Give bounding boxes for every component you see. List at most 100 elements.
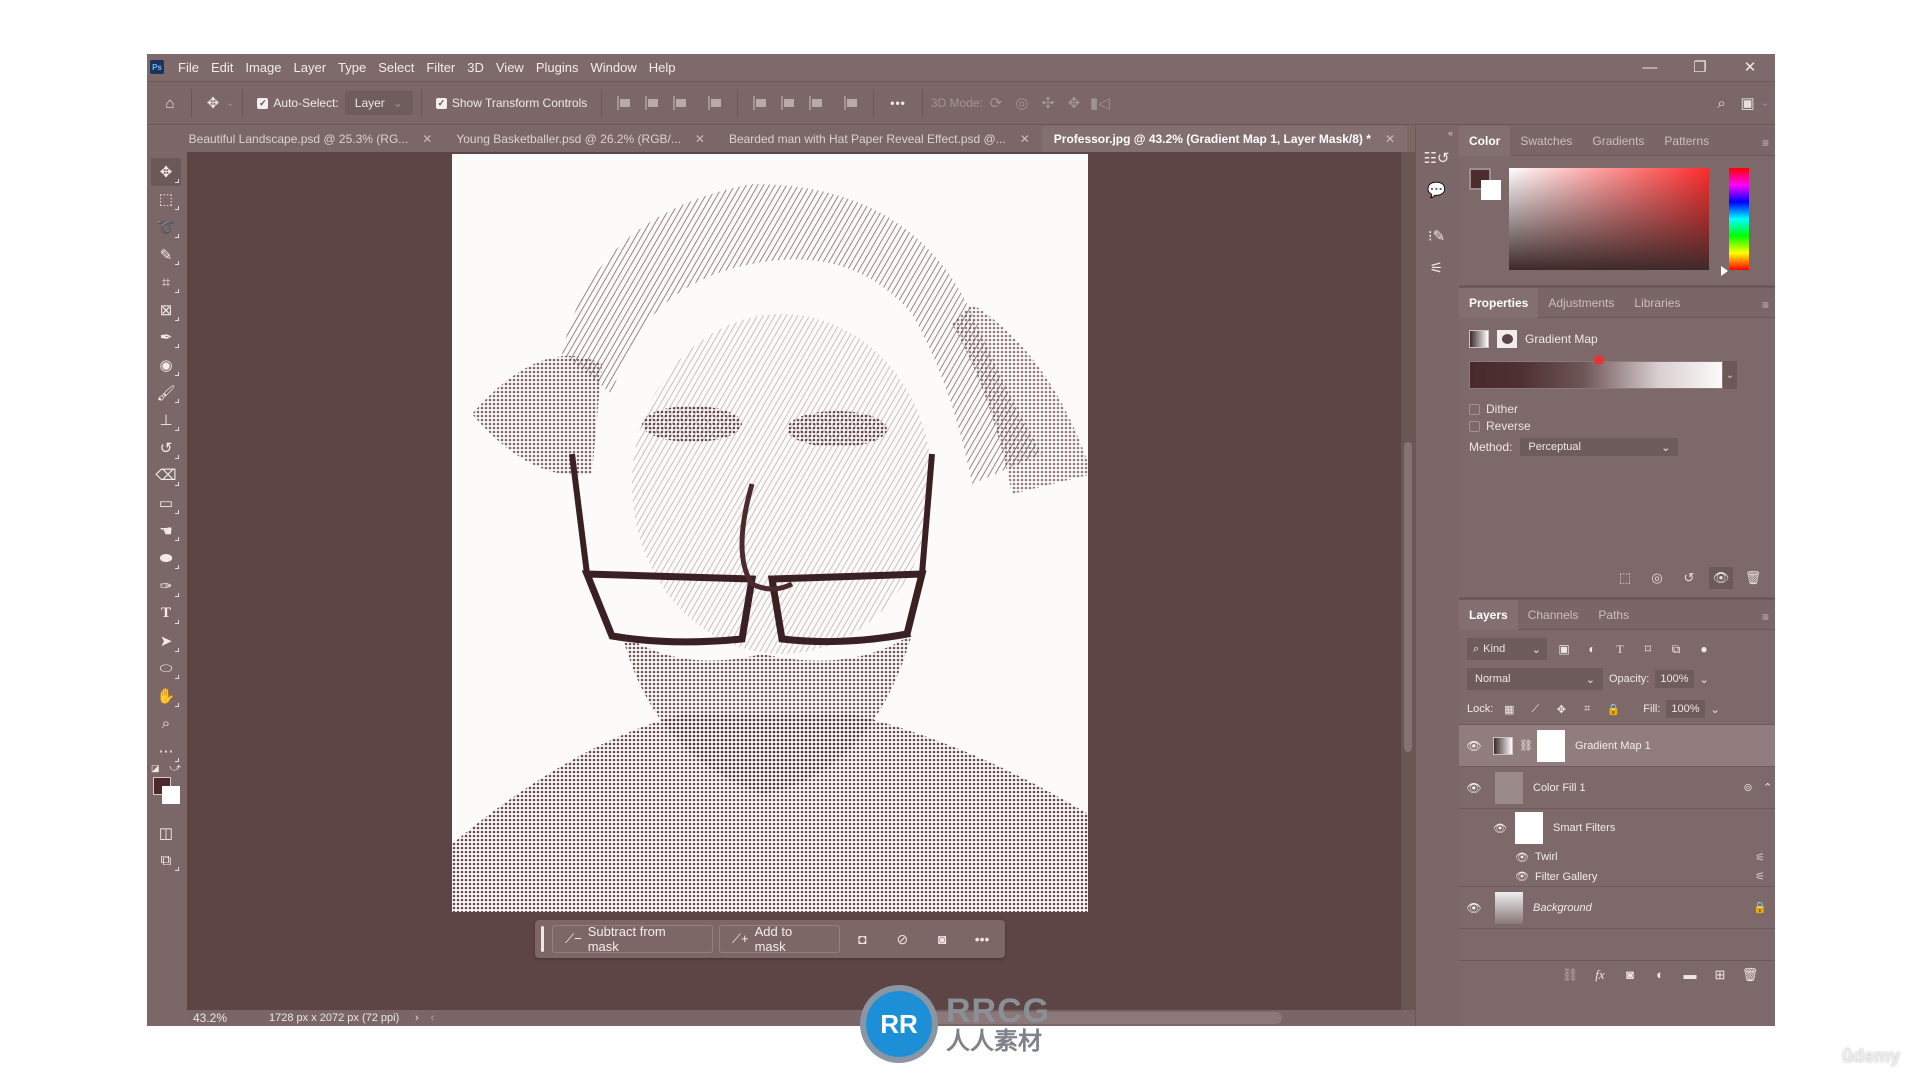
move-tool-icon[interactable]: ✥: [151, 158, 181, 186]
tab-beautiful-landscape[interactable]: Beautiful Landscape.psd @ 25.3% (RG... ✕: [177, 126, 445, 152]
tab-layers[interactable]: Layers: [1459, 599, 1518, 630]
shape-layer-filter-icon[interactable]: ⌑: [1637, 642, 1659, 656]
new-group-icon[interactable]: ▬: [1677, 967, 1703, 982]
reset-icon[interactable]: ↺: [1677, 567, 1701, 589]
smart-filter-twirl[interactable]: 👁 Twirl ⚟: [1459, 847, 1775, 867]
menu-type[interactable]: Type: [332, 60, 372, 75]
filter-kind-dropdown[interactable]: ⌕ Kind ⌄: [1467, 638, 1547, 660]
menu-help[interactable]: Help: [643, 60, 682, 75]
close-button[interactable]: ✕: [1725, 54, 1775, 80]
adjustment-layer-filter-icon[interactable]: ◐: [1581, 642, 1603, 656]
layer-mask-icon[interactable]: [1497, 330, 1517, 348]
chevron-down-icon[interactable]: ⌄: [1700, 673, 1709, 686]
gradient-preview[interactable]: [1469, 361, 1723, 389]
eye-icon[interactable]: 👁: [1459, 739, 1489, 753]
quick-selection-tool-icon[interactable]: ✎: [151, 241, 181, 269]
close-icon[interactable]: ✕: [1385, 132, 1395, 146]
search-icon[interactable]: ⌕: [1709, 90, 1735, 116]
history-panel-icon[interactable]: ☷↺: [1422, 144, 1452, 172]
color-swatches[interactable]: ◪ ⤻: [151, 762, 181, 809]
zoom-level[interactable]: 43.2%: [187, 1011, 247, 1025]
gradient-picker[interactable]: ⌄: [1469, 355, 1737, 391]
align-top-icon[interactable]: [751, 95, 769, 111]
eye-icon[interactable]: 👁: [1459, 851, 1535, 864]
layer-gradient-map-1[interactable]: 👁 ⛓ Gradient Map 1: [1459, 725, 1775, 767]
eyedropper-tool-icon[interactable]: ✒: [151, 324, 181, 352]
smart-object-filter-icon[interactable]: ⧉: [1665, 642, 1687, 657]
filter-options-icon[interactable]: ⚟: [1745, 870, 1775, 883]
disable-mask-icon[interactable]: ⊘: [885, 925, 919, 953]
layer-background[interactable]: 👁 Background 🔒: [1459, 887, 1775, 929]
quick-mask-icon[interactable]: ◫: [151, 819, 181, 847]
tab-swatches[interactable]: Swatches: [1510, 126, 1582, 156]
align-left-icon[interactable]: [615, 95, 633, 111]
eraser-tool-icon[interactable]: ⌫: [151, 462, 181, 490]
tab-young-basketballer[interactable]: Young Basketballer.psd @ 26.2% (RGB/... …: [444, 126, 717, 152]
link-icon[interactable]: ⛓: [1519, 739, 1533, 752]
healing-tool-icon[interactable]: ◉: [151, 351, 181, 379]
hue-slider[interactable]: [1729, 168, 1749, 270]
menu-file[interactable]: File: [172, 60, 205, 75]
type-tool-icon[interactable]: T: [151, 600, 181, 628]
crop-tool-icon[interactable]: ⌗: [151, 268, 181, 296]
align-right-icon[interactable]: [671, 95, 689, 111]
document-info[interactable]: 1728 px x 2072 px (72 ppi): [247, 1012, 407, 1024]
eye-icon[interactable]: 👁: [1459, 822, 1515, 835]
zoom-tool-icon[interactable]: ⌕: [151, 710, 181, 738]
lock-icon[interactable]: 🔒: [1745, 901, 1775, 914]
layer-mask-thumbnail[interactable]: [1536, 729, 1565, 762]
layer-color-fill-1[interactable]: 👁 Color Fill 1 ⊚ ⌃: [1459, 767, 1775, 809]
move-tool-preset-icon[interactable]: ✥: [200, 90, 226, 116]
tab-bearded-man[interactable]: Bearded man with Hat Paper Reveal Effect…: [717, 126, 1042, 152]
workspace-icon[interactable]: ▣: [1735, 90, 1761, 116]
3d-slide-icon[interactable]: ✥: [1061, 90, 1087, 116]
lock-artboard-icon[interactable]: ⌗: [1577, 703, 1597, 716]
subtract-from-mask-button[interactable]: ⟋− Subtract from mask: [551, 924, 713, 954]
tool-presets-icon[interactable]: ⚟: [1422, 254, 1452, 282]
tab-gradients[interactable]: Gradients: [1582, 126, 1654, 156]
filter-options-icon[interactable]: ⚟: [1745, 851, 1775, 864]
distribute-horizontal-icon[interactable]: [842, 95, 860, 111]
eye-icon[interactable]: 👁: [1459, 901, 1489, 915]
menu-layer[interactable]: Layer: [288, 60, 333, 75]
more-options-button[interactable]: •••: [890, 96, 906, 110]
lock-transparent-icon[interactable]: ▦: [1499, 703, 1519, 716]
blend-mode-dropdown[interactable]: Normal ⌄: [1467, 668, 1603, 690]
close-icon[interactable]: ✕: [1020, 132, 1030, 146]
panel-menu-icon[interactable]: ≡: [1762, 136, 1769, 150]
hue-marker[interactable]: [1721, 266, 1728, 276]
canvas-area[interactable]: [187, 152, 1415, 1010]
toggle-visibility-icon[interactable]: 👁: [1709, 567, 1733, 589]
more-tools-icon[interactable]: ⋯: [151, 737, 181, 765]
3d-camera-icon[interactable]: ▮◁: [1087, 90, 1113, 116]
tab-properties[interactable]: Properties: [1459, 287, 1539, 318]
vertical-scrollbar[interactable]: [1401, 152, 1415, 1010]
tab-patterns[interactable]: Patterns: [1654, 126, 1719, 156]
default-colors-icon[interactable]: ◪: [151, 763, 160, 774]
dither-checkbox[interactable]: Dither: [1469, 402, 1518, 416]
close-icon[interactable]: ✕: [695, 132, 705, 146]
show-transform-controls-checkbox[interactable]: ✓ Show Transform Controls: [435, 96, 587, 110]
brush-tool-icon[interactable]: 🖌: [151, 379, 181, 407]
color-panel-swatches[interactable]: [1469, 168, 1503, 202]
distribute-vertical-icon[interactable]: [706, 95, 724, 111]
new-layer-icon[interactable]: ⊞: [1707, 967, 1733, 983]
auto-select-dropdown[interactable]: Layer ⌄: [344, 91, 413, 115]
mask-options-icon[interactable]: ◘: [846, 925, 880, 953]
invert-mask-icon[interactable]: ◙: [925, 925, 959, 953]
3d-roll-icon[interactable]: ◎: [1009, 90, 1035, 116]
eye-icon[interactable]: 👁: [1459, 781, 1489, 795]
menu-select[interactable]: Select: [372, 60, 420, 75]
more-options-button[interactable]: •••: [965, 925, 999, 953]
eye-icon[interactable]: 👁: [1459, 870, 1535, 883]
stamp-tool-icon[interactable]: ⊥: [151, 406, 181, 434]
chevron-right-icon[interactable]: ›: [415, 1012, 419, 1024]
delete-icon[interactable]: 🗑: [1741, 567, 1765, 589]
method-dropdown[interactable]: Perceptual ⌄: [1520, 438, 1679, 456]
filter-toggle-icon[interactable]: ●: [1693, 642, 1715, 656]
chevron-down-icon[interactable]: ⌄: [1723, 361, 1737, 389]
chevron-down-icon[interactable]: ⌄: [1761, 98, 1769, 109]
tab-adjustments[interactable]: Adjustments: [1538, 288, 1624, 318]
panel-menu-icon[interactable]: ≡: [1762, 298, 1769, 312]
delete-layer-icon[interactable]: 🗑: [1737, 967, 1763, 983]
